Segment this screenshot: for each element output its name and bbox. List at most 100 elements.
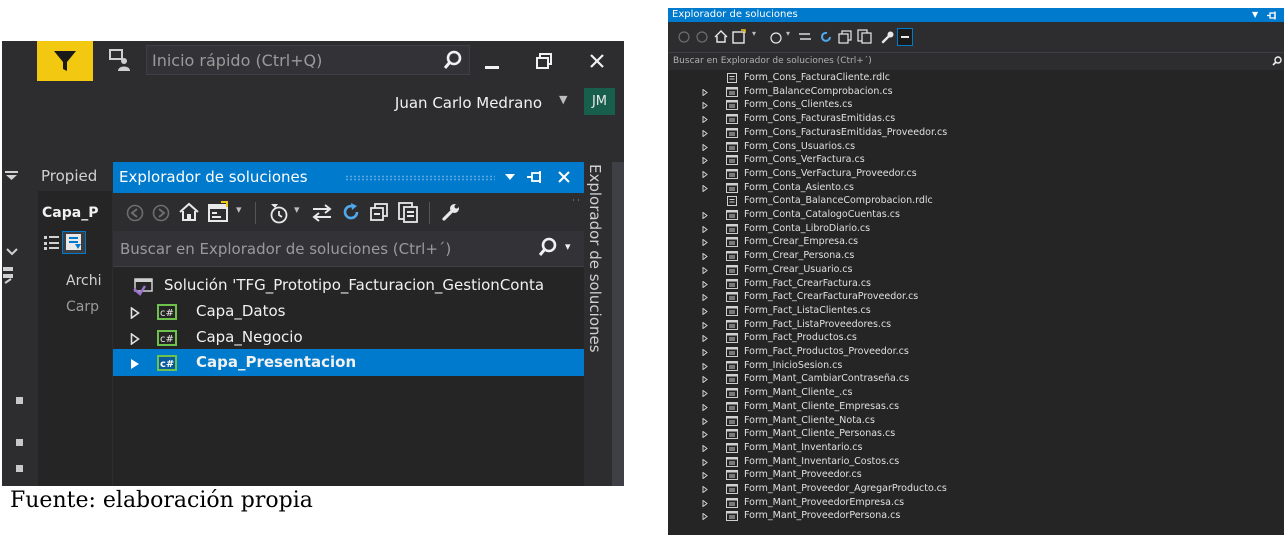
sync-with-document-icon[interactable] (311, 203, 333, 223)
properties-tab[interactable]: Propied (38, 161, 112, 191)
file-item[interactable]: Form_Cons_Usuarios.cs (668, 140, 1284, 154)
file-item[interactable]: Form_Cons_FacturaCliente.rdlc (668, 71, 1284, 85)
expand-arrow-icon[interactable] (702, 116, 708, 124)
feedback-person-icon[interactable] (107, 47, 133, 73)
expand-arrow-icon[interactable] (702, 335, 708, 343)
expand-arrow-icon[interactable] (702, 129, 708, 137)
expand-arrow-icon[interactable] (130, 358, 140, 370)
forward-icon[interactable] (696, 31, 708, 43)
file-item[interactable]: Form_Fact_CrearFacturaProveedor.cs (668, 290, 1284, 304)
solution-explorer-search-input[interactable] (120, 238, 520, 260)
expand-arrow-icon[interactable] (702, 88, 708, 96)
expand-arrow-icon[interactable] (702, 376, 708, 384)
file-item[interactable]: Form_BalanceComprobacion.cs (668, 85, 1284, 99)
file-item[interactable]: Form_Cons_VerFactura_Proveedor.cs (668, 167, 1284, 181)
file-item[interactable]: Form_Mant_Cliente_Personas.cs (668, 427, 1284, 441)
home-icon[interactable] (714, 30, 728, 43)
file-item[interactable]: Form_Mant_Inventario.cs (668, 441, 1284, 455)
file-item[interactable]: Form_Cons_Clientes.cs (668, 98, 1284, 112)
expand-arrow-icon[interactable] (702, 349, 708, 356)
file-item[interactable]: Form_Conta_BalanceComprobacion.rdlc (668, 194, 1284, 208)
expand-arrow-icon[interactable] (702, 184, 708, 192)
project-node-capa-negocio[interactable]: c# Capa_Negocio (113, 324, 584, 351)
expand-arrow-icon[interactable] (702, 431, 708, 439)
expand-arrow-icon[interactable] (702, 499, 708, 507)
project-node-capa-datos[interactable]: c# Capa_Datos (113, 298, 584, 325)
expand-arrow-icon[interactable] (702, 390, 708, 398)
chevron-down-icon[interactable]: ▾ (294, 203, 300, 216)
file-item[interactable]: Form_Cons_FacturasEmitidas_Proveedor.cs (668, 126, 1284, 140)
show-all-files-icon[interactable] (857, 29, 872, 44)
solution-explorer-side-tab[interactable]: Explorador de soluciones (584, 162, 612, 486)
expand-arrow-icon[interactable] (702, 170, 708, 178)
expand-arrow-icon[interactable] (702, 294, 708, 302)
pin-icon[interactable] (2, 265, 16, 285)
file-item[interactable]: Form_Crear_Persona.cs (668, 249, 1284, 263)
quick-launch-box[interactable] (146, 45, 470, 75)
file-item[interactable]: Form_Mant_ProveedorPersona.cs (668, 509, 1284, 523)
categorized-icon[interactable] (43, 234, 61, 252)
expand-arrow-icon[interactable] (702, 362, 708, 370)
search-icon[interactable] (443, 50, 463, 70)
file-item[interactable]: Form_Conta_Asiento.cs (668, 181, 1284, 195)
file-item[interactable]: Form_Mant_ProveedorEmpresa.cs (668, 496, 1284, 510)
expand-arrow-icon[interactable] (702, 280, 708, 288)
show-all-files-icon[interactable] (397, 201, 419, 223)
search-icon[interactable] (538, 237, 558, 257)
expand-arrow-icon[interactable] (702, 239, 708, 247)
file-item[interactable]: Form_Mant_CambiarContraseña.cs (668, 372, 1284, 386)
user-name[interactable]: Juan Carlo Medrano (362, 94, 542, 112)
switch-views-icon[interactable] (732, 29, 748, 44)
file-item[interactable]: Form_Fact_Productos.cs (668, 331, 1284, 345)
expand-arrow-icon[interactable] (702, 307, 708, 315)
collapse-all-icon[interactable] (838, 30, 852, 44)
file-item[interactable]: Form_Fact_ListaClientes.cs (668, 304, 1284, 318)
wrench-icon[interactable] (881, 30, 895, 44)
file-item[interactable]: Form_Fact_CrearFactura.cs (668, 277, 1284, 291)
search-icon[interactable] (1272, 56, 1282, 66)
expand-arrow-icon[interactable] (702, 225, 708, 233)
expand-arrow-icon[interactable] (702, 403, 708, 411)
chevron-down-icon[interactable]: ▾ (565, 240, 571, 253)
expand-arrow-icon[interactable] (702, 102, 708, 110)
file-item[interactable]: Form_Cons_VerFactura.cs (668, 153, 1284, 167)
minimize-button[interactable] (482, 53, 502, 73)
toolbar-overflow-icon[interactable]: ˙˙ (571, 199, 581, 210)
expand-arrow-icon[interactable] (702, 444, 708, 452)
switch-views-icon[interactable] (207, 201, 233, 223)
drag-grip[interactable] (345, 175, 495, 181)
solution-explorer-search-box[interactable] (668, 52, 1284, 70)
close-icon[interactable] (557, 170, 571, 184)
file-item[interactable]: Form_Conta_CatalogoCuentas.cs (668, 208, 1284, 222)
back-icon[interactable] (126, 204, 144, 222)
file-item[interactable]: Form_Mant_Proveedor.cs (668, 468, 1284, 482)
expand-arrow-icon[interactable] (702, 417, 708, 425)
file-item[interactable]: Form_Mant_Cliente_Empresas.cs (668, 400, 1284, 414)
expand-arrow-icon[interactable] (702, 513, 708, 521)
file-item[interactable]: Form_Mant_Cliente_.cs (668, 386, 1284, 400)
file-item[interactable]: Form_Mant_Proveedor_AgregarProducto.cs (668, 482, 1284, 496)
collapse-all-icon[interactable] (369, 202, 389, 222)
dropdown-arrow-icon[interactable] (504, 172, 516, 182)
file-item[interactable]: Form_Fact_ListaProveedores.cs (668, 318, 1284, 332)
expand-arrow-icon[interactable] (702, 143, 708, 151)
expand-arrow-icon[interactable] (702, 253, 708, 261)
dropdown-arrow-icon[interactable]: ▼ (1252, 8, 1258, 22)
expand-arrow-icon[interactable] (702, 212, 708, 219)
sync-with-document-icon[interactable] (798, 30, 812, 43)
chevron-down-icon[interactable]: ▼ (559, 93, 567, 106)
back-icon[interactable] (678, 31, 690, 43)
file-item[interactable]: Form_Mant_Inventario_Costos.cs (668, 455, 1284, 469)
pending-changes-filter-icon[interactable] (769, 30, 783, 44)
chevron-down-icon[interactable]: ▾ (752, 29, 756, 38)
file-item[interactable]: Form_Conta_LibroDiario.cs (668, 222, 1284, 236)
refresh-icon[interactable] (819, 30, 833, 44)
pin-icon[interactable] (527, 170, 545, 184)
preview-selected-items-button[interactable] (897, 28, 913, 46)
solution-explorer-search-input[interactable] (673, 54, 1073, 68)
close-window-button[interactable] (587, 51, 607, 71)
chevron-down-icon[interactable]: ▾ (236, 203, 242, 216)
home-icon[interactable] (178, 202, 200, 222)
avatar[interactable]: JM (584, 88, 615, 115)
expand-arrow-icon[interactable] (130, 333, 140, 345)
